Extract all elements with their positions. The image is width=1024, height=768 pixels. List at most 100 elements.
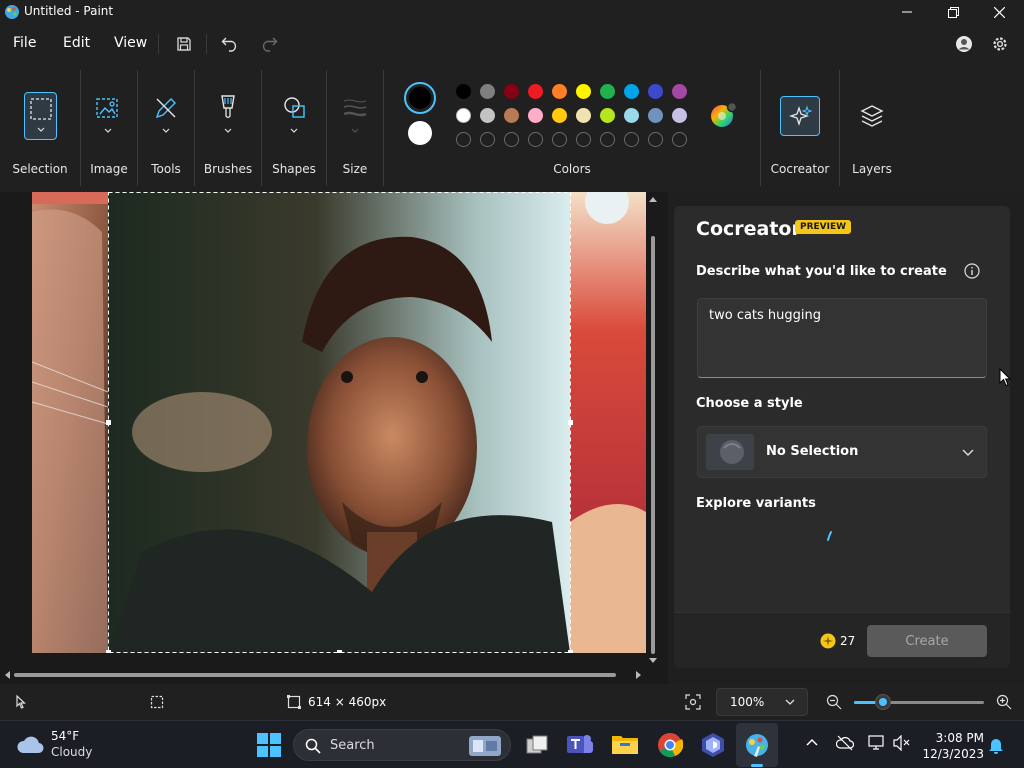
menu-file[interactable]: File bbox=[13, 35, 36, 51]
canvas-area[interactable] bbox=[0, 192, 668, 684]
color-swatch[interactable] bbox=[528, 108, 543, 123]
cursor-position-icon bbox=[14, 695, 28, 709]
show-hidden-icons-button[interactable] bbox=[806, 738, 818, 746]
chevron-down-icon bbox=[351, 128, 359, 134]
primary-color-swatch bbox=[409, 87, 431, 109]
taskbar-search-box[interactable]: Search bbox=[293, 729, 511, 761]
selection-tool-group[interactable]: Selection bbox=[0, 64, 80, 192]
color-swatch[interactable] bbox=[576, 108, 591, 123]
custom-color-slot[interactable] bbox=[576, 132, 591, 147]
custom-color-slot[interactable] bbox=[480, 132, 495, 147]
custom-color-slot[interactable] bbox=[624, 132, 639, 147]
stroke-size-icon bbox=[343, 98, 367, 118]
zoom-in-icon bbox=[996, 694, 1012, 710]
pencil-tools-icon bbox=[154, 96, 178, 120]
selection-button[interactable] bbox=[24, 92, 57, 140]
settings-button[interactable] bbox=[986, 32, 1014, 56]
maximize-button[interactable] bbox=[930, 0, 976, 24]
secondary-color-button[interactable] bbox=[408, 121, 432, 145]
drawing-canvas[interactable] bbox=[32, 192, 646, 653]
color-swatch[interactable] bbox=[672, 108, 687, 123]
menu-edit[interactable]: Edit bbox=[63, 35, 90, 51]
vertical-scroll-thumb[interactable] bbox=[651, 236, 655, 654]
info-button[interactable] bbox=[964, 263, 980, 279]
custom-color-slot[interactable] bbox=[528, 132, 543, 147]
color-swatch[interactable] bbox=[528, 84, 543, 99]
color-swatch[interactable] bbox=[624, 84, 639, 99]
primary-color-button[interactable] bbox=[404, 82, 436, 114]
close-button[interactable] bbox=[976, 0, 1022, 24]
zoom-out-button[interactable] bbox=[826, 694, 842, 710]
title-bar: Untitled - Paint bbox=[0, 0, 1024, 24]
chrome-button[interactable] bbox=[657, 732, 683, 758]
zoom-slider[interactable] bbox=[854, 694, 984, 710]
style-dropdown[interactable]: No Selection bbox=[697, 426, 987, 478]
color-swatch[interactable] bbox=[600, 108, 615, 123]
image-tool-group[interactable]: Image bbox=[81, 64, 137, 192]
color-swatch[interactable] bbox=[648, 84, 663, 99]
cocreator-button[interactable] bbox=[780, 96, 820, 136]
undo-button[interactable] bbox=[216, 32, 244, 56]
color-swatch[interactable] bbox=[600, 84, 615, 99]
custom-color-slot[interactable] bbox=[600, 132, 615, 147]
color-swatch[interactable] bbox=[504, 84, 519, 99]
custom-color-slot[interactable] bbox=[672, 132, 687, 147]
create-button[interactable]: Create bbox=[867, 625, 987, 657]
folder-icon bbox=[612, 733, 638, 755]
sparkle-icon bbox=[789, 105, 813, 129]
minimize-button[interactable] bbox=[884, 0, 930, 24]
size-tool-group[interactable]: Size bbox=[327, 64, 383, 192]
brushes-tool-group[interactable]: Brushes bbox=[195, 64, 261, 192]
shapes-tool-group[interactable]: Shapes bbox=[262, 64, 326, 192]
custom-color-slot[interactable] bbox=[648, 132, 663, 147]
color-swatch[interactable] bbox=[480, 108, 495, 123]
color-swatch[interactable] bbox=[552, 84, 567, 99]
notifications-button[interactable] bbox=[988, 736, 1004, 754]
paint-taskbar-button[interactable] bbox=[736, 723, 778, 767]
color-swatch[interactable] bbox=[672, 84, 687, 99]
vs-app-button[interactable] bbox=[701, 732, 725, 758]
clock-date: 12/3/2023 bbox=[922, 747, 984, 761]
redo-button[interactable] bbox=[255, 32, 283, 56]
task-view-icon bbox=[525, 733, 549, 757]
fit-to-window-button[interactable] bbox=[685, 694, 701, 710]
custom-color-slot[interactable] bbox=[552, 132, 567, 147]
prompt-textarea[interactable]: two cats hugging bbox=[697, 298, 987, 378]
vertical-scrollbar[interactable] bbox=[648, 194, 658, 664]
volume-button[interactable] bbox=[893, 735, 911, 751]
color-swatch[interactable] bbox=[480, 84, 495, 99]
file-explorer-button[interactable] bbox=[612, 733, 638, 755]
menu-view[interactable]: View bbox=[114, 35, 147, 51]
tools-tool-group[interactable]: Tools bbox=[138, 64, 194, 192]
zoom-dropdown[interactable]: 100% bbox=[716, 688, 808, 716]
color-swatch[interactable] bbox=[624, 108, 639, 123]
custom-color-slot[interactable] bbox=[504, 132, 519, 147]
cocreator-tool-group[interactable]: Cocreator bbox=[761, 64, 839, 192]
account-button[interactable] bbox=[950, 32, 978, 56]
save-button[interactable] bbox=[170, 32, 198, 56]
custom-color-slot[interactable] bbox=[456, 132, 471, 147]
weather-widget[interactable]: 54°F Cloudy bbox=[10, 727, 110, 763]
horizontal-scrollbar[interactable] bbox=[2, 670, 646, 680]
task-view-button[interactable] bbox=[525, 733, 549, 757]
color-swatch[interactable] bbox=[456, 84, 471, 99]
zoom-in-button[interactable] bbox=[996, 694, 1012, 710]
network-button[interactable] bbox=[868, 735, 886, 751]
start-button[interactable] bbox=[257, 733, 281, 757]
layers-tool-group[interactable]: Layers bbox=[840, 64, 904, 192]
onedrive-button[interactable] bbox=[836, 735, 854, 751]
color-swatch[interactable] bbox=[456, 108, 471, 123]
clock[interactable]: 3:08 PM 12/3/2023 bbox=[918, 729, 984, 763]
zoom-slider-thumb[interactable] bbox=[874, 694, 891, 710]
cloud-icon bbox=[16, 735, 44, 755]
color-swatch[interactable] bbox=[504, 108, 519, 123]
color-swatch[interactable] bbox=[576, 84, 591, 99]
color-swatch[interactable] bbox=[648, 108, 663, 123]
layers-label: Layers bbox=[852, 162, 892, 176]
zoom-out-icon bbox=[826, 694, 842, 710]
horizontal-scroll-thumb[interactable] bbox=[14, 673, 616, 677]
color-picker-button[interactable] bbox=[710, 102, 738, 130]
color-swatch[interactable] bbox=[552, 108, 567, 123]
teams-app-button[interactable] bbox=[567, 733, 593, 757]
account-icon bbox=[955, 35, 973, 53]
